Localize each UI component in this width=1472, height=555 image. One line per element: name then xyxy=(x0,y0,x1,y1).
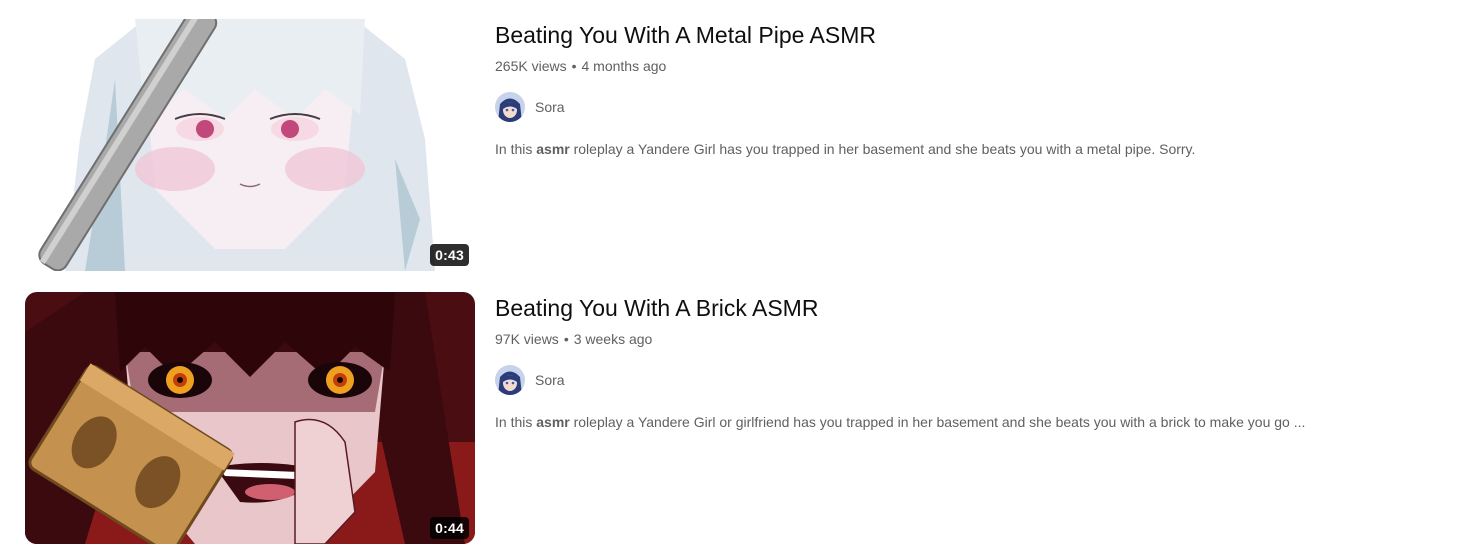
description-prefix: In this xyxy=(495,141,537,157)
video-result[interactable]: 0:43 Beating You With A Metal Pipe ASMR … xyxy=(0,19,1472,271)
upload-age: 3 weeks ago xyxy=(573,331,653,347)
video-result[interactable]: 0:44 Beating You With A Brick ASMR 97K v… xyxy=(0,292,1472,544)
channel-avatar[interactable] xyxy=(495,365,525,395)
video-info: Beating You With A Metal Pipe ASMR 265K … xyxy=(495,19,1455,159)
description-suffix: roleplay a Yandere Girl has you trapped … xyxy=(569,141,1196,157)
description-highlight: asmr xyxy=(536,141,570,157)
video-duration: 0:44 xyxy=(430,517,469,539)
thumbnail-image xyxy=(25,19,475,271)
description-highlight: asmr xyxy=(536,414,570,430)
video-thumbnail[interactable]: 0:43 xyxy=(25,19,475,271)
view-count: 265K views xyxy=(495,58,567,74)
video-title[interactable]: Beating You With A Metal Pipe ASMR xyxy=(495,19,1455,50)
channel-link[interactable]: Sora xyxy=(495,365,1455,395)
video-metadata: 97K views • 3 weeks ago xyxy=(495,329,1455,349)
meta-separator: • xyxy=(571,58,577,74)
meta-separator: • xyxy=(563,331,569,347)
view-count: 97K views xyxy=(495,331,559,347)
video-metadata: 265K views • 4 months ago xyxy=(495,56,1455,76)
channel-avatar[interactable] xyxy=(495,92,525,122)
video-title[interactable]: Beating You With A Brick ASMR xyxy=(495,292,1455,323)
description-suffix: roleplay a Yandere Girl or girlfriend ha… xyxy=(569,414,1306,430)
video-duration: 0:43 xyxy=(430,244,469,266)
video-thumbnail[interactable]: 0:44 xyxy=(25,292,475,544)
video-description: In this asmr roleplay a Yandere Girl has… xyxy=(495,139,1455,159)
channel-name[interactable]: Sora xyxy=(535,372,565,388)
channel-name[interactable]: Sora xyxy=(535,99,565,115)
video-description: In this asmr roleplay a Yandere Girl or … xyxy=(495,412,1455,432)
thumbnail-image xyxy=(25,292,475,544)
upload-age: 4 months ago xyxy=(581,58,667,74)
channel-link[interactable]: Sora xyxy=(495,92,1455,122)
video-info: Beating You With A Brick ASMR 97K views •… xyxy=(495,292,1455,432)
description-prefix: In this xyxy=(495,414,537,430)
